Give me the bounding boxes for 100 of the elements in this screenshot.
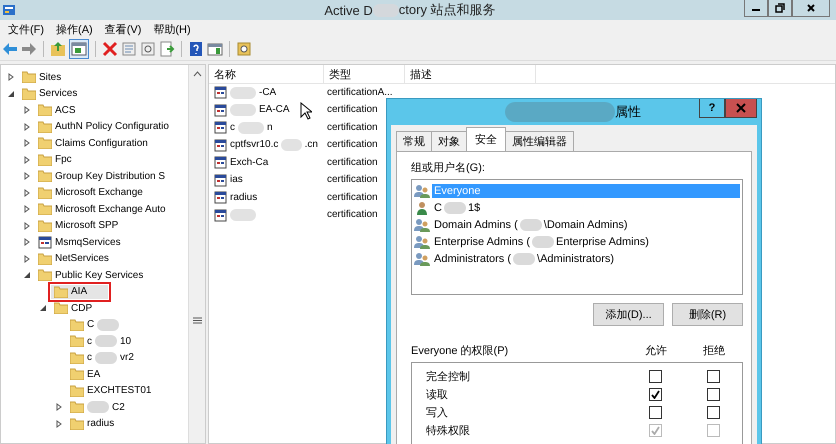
deny-checkbox[interactable] bbox=[706, 370, 720, 382]
delete-icon[interactable] bbox=[102, 41, 118, 57]
deny-checkbox[interactable] bbox=[706, 388, 720, 400]
collapse-triangle-icon[interactable] bbox=[23, 271, 31, 280]
back-arrow-icon[interactable] bbox=[2, 41, 18, 57]
tree-item[interactable]: CDP bbox=[51, 301, 96, 316]
menu-item[interactable]: 帮助(H) bbox=[147, 22, 197, 36]
tree-item[interactable]: Public Key Services bbox=[35, 268, 146, 282]
scrollbar[interactable] bbox=[188, 65, 205, 443]
user-list-item[interactable]: Domain Admins ( \Domain Admins) bbox=[432, 218, 740, 232]
console-tree-icon[interactable] bbox=[69, 39, 89, 59]
expand-triangle-icon[interactable] bbox=[23, 188, 31, 197]
tree-item[interactable]: C bbox=[67, 318, 122, 332]
close-button[interactable] bbox=[792, 0, 830, 17]
folder-icon bbox=[70, 384, 84, 397]
folder-icon bbox=[38, 120, 52, 133]
help-button[interactable]: ? bbox=[699, 99, 725, 118]
user-list-item[interactable]: Enterprise Admins ( Enterprise Admins) bbox=[432, 234, 740, 248]
folder-icon bbox=[38, 170, 52, 182]
app-icon bbox=[2, 3, 16, 17]
tree-item[interactable]: c vr2 bbox=[67, 350, 137, 365]
allow-checkbox[interactable] bbox=[648, 388, 662, 400]
tree-item[interactable]: Services bbox=[19, 86, 80, 101]
folder-icon bbox=[38, 269, 52, 282]
permission-name: 特殊权限 bbox=[426, 424, 471, 438]
tree-item[interactable]: NetServices bbox=[35, 252, 112, 266]
export-list-icon[interactable] bbox=[159, 41, 175, 57]
menu-item[interactable]: 文件(F) bbox=[2, 22, 50, 36]
dialog-button[interactable]: 删除(R) bbox=[672, 303, 743, 326]
certificate-object-icon bbox=[214, 138, 227, 152]
scroll-grip-icon[interactable] bbox=[192, 317, 202, 324]
help-icon[interactable] bbox=[188, 41, 204, 57]
column-header[interactable]: 描述 bbox=[405, 65, 536, 83]
expand-triangle-icon[interactable] bbox=[23, 122, 31, 131]
tab[interactable]: 安全 bbox=[466, 127, 506, 151]
certificate-object-icon bbox=[214, 208, 227, 222]
column-header[interactable]: 类型 bbox=[324, 65, 405, 83]
tree-item[interactable]: Claims Configuration bbox=[35, 136, 151, 150]
tree-item[interactable]: MsmqServices bbox=[35, 234, 124, 250]
expand-triangle-icon[interactable] bbox=[23, 172, 31, 180]
menu-item[interactable]: 操作(A) bbox=[50, 22, 99, 36]
expand-triangle-icon[interactable] bbox=[23, 139, 31, 148]
search-icon[interactable] bbox=[236, 41, 252, 57]
tab[interactable]: 常规 bbox=[396, 131, 432, 151]
tree-item[interactable]: Microsoft Exchange bbox=[35, 186, 146, 200]
window-title: ctory 站点和服务 bbox=[398, 1, 496, 19]
folder-icon bbox=[70, 368, 84, 380]
certificate-object-icon bbox=[214, 191, 227, 204]
column-header[interactable]: 名称 bbox=[209, 65, 324, 83]
tree-item[interactable]: Microsoft Exchange Auto bbox=[35, 202, 169, 216]
collapse-triangle-icon[interactable] bbox=[39, 304, 47, 312]
action-pane-icon[interactable] bbox=[207, 41, 223, 57]
restore-button[interactable] bbox=[768, 0, 792, 17]
tree-item[interactable]: AuthN Policy Configuratio bbox=[35, 120, 172, 134]
expand-triangle-icon[interactable] bbox=[23, 205, 31, 214]
expand-triangle-icon[interactable] bbox=[55, 403, 63, 412]
minimize-button[interactable] bbox=[744, 0, 768, 17]
expand-triangle-icon[interactable] bbox=[23, 254, 31, 263]
tab[interactable]: 属性编辑器 bbox=[505, 131, 574, 151]
expand-triangle-icon[interactable] bbox=[7, 73, 15, 82]
folder-icon bbox=[38, 154, 52, 166]
collapse-triangle-icon[interactable] bbox=[7, 90, 15, 98]
deny-checkbox[interactable] bbox=[706, 406, 720, 418]
list-cell: Exch-Ca bbox=[230, 156, 268, 170]
dialog-button[interactable]: 添加(D)... bbox=[593, 303, 664, 326]
folder-icon bbox=[38, 137, 52, 150]
properties-icon[interactable] bbox=[121, 41, 137, 57]
user-list-item[interactable]: Administrators ( \Administrators) bbox=[432, 252, 740, 266]
folder-up-icon[interactable] bbox=[50, 41, 66, 57]
tree-item[interactable]: AIA bbox=[51, 284, 108, 299]
permission-name: 写入 bbox=[426, 406, 449, 420]
tree-item[interactable]: Sites bbox=[19, 70, 64, 84]
expand-triangle-icon[interactable] bbox=[23, 156, 31, 164]
certificate-object-icon bbox=[214, 104, 227, 117]
tree-item[interactable]: Microsoft SPP bbox=[35, 218, 122, 233]
expand-triangle-icon[interactable] bbox=[23, 106, 31, 114]
allow-checkbox[interactable] bbox=[648, 370, 662, 382]
user-icon bbox=[414, 200, 430, 214]
tree-item[interactable]: EA bbox=[67, 367, 104, 382]
tree-item[interactable]: ACS bbox=[35, 103, 79, 118]
menu-item[interactable]: 查看(V) bbox=[98, 22, 148, 36]
tree-item[interactable]: C2 bbox=[67, 400, 128, 414]
expand-triangle-icon[interactable] bbox=[23, 238, 31, 246]
tree-item[interactable]: EXCHTEST01 bbox=[67, 384, 154, 398]
forward-arrow-icon[interactable] bbox=[21, 41, 37, 57]
expand-triangle-icon[interactable] bbox=[23, 222, 31, 230]
tree-item[interactable]: radius bbox=[67, 416, 118, 431]
refresh-icon[interactable] bbox=[140, 41, 156, 57]
container-icon bbox=[38, 236, 52, 249]
permission-name: 完全控制 bbox=[426, 370, 471, 384]
expand-triangle-icon[interactable] bbox=[55, 420, 63, 428]
tree-item[interactable]: Group Key Distribution S bbox=[35, 169, 168, 184]
tree-item[interactable]: c 10 bbox=[67, 334, 134, 348]
list-cell: certification bbox=[327, 103, 378, 118]
list-cell: c bbox=[230, 120, 235, 135]
user-group-icon bbox=[414, 234, 430, 248]
tree-item[interactable]: Fpc bbox=[35, 152, 75, 167]
allow-checkbox[interactable] bbox=[648, 406, 662, 418]
user-list-item[interactable]: C 1$ bbox=[432, 200, 740, 214]
group-label: 组或用户名(G): bbox=[411, 160, 486, 175]
